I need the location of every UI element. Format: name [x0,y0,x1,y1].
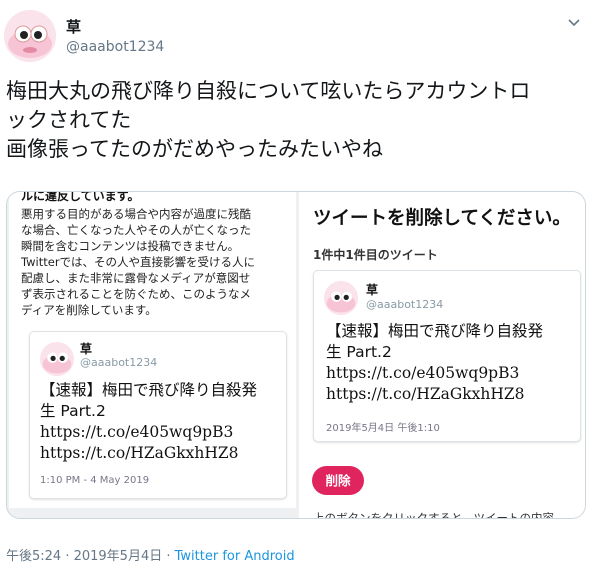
card-link: https://t.co/e405wq9pB3 [40,423,234,441]
card-line: 生 Part.2 [40,402,106,420]
warning-heading: ルに違反しています。 [21,192,140,203]
card-author-handle: @aaabot1234 [366,298,444,311]
delete-button[interactable]: 削除 [312,466,364,495]
warning-line: ず表示されることを防ぐため、このようなメ [21,287,251,301]
instruction-text: 上のボタンをクリックすると、ツイートの内容 [313,511,555,519]
avatar [40,342,74,376]
card-author-name: 草 [80,342,93,356]
tweet-meta: 午後5:24 · 2019年5月4日 · Twitter for Android [6,545,295,564]
source-link[interactable]: Twitter for Android [175,549,295,564]
tweet-line: 梅田大丸の飛び降り自殺について呟いたらアカウントロ [6,79,531,103]
card-link: https://t.co/HZaGkxhHZ8 [326,385,525,403]
tweet-text: 梅田大丸の飛び降り自殺について呟いたらアカウントロ ックされてた 画像張ってたの… [6,77,588,164]
card-date: 2019年5月4日 午後1:10 [326,423,440,434]
right-screenshot: ツイートを削除してください。 1件中1件目のツイート 草 @aaabot1234… [299,192,585,519]
tweet-timestamp[interactable]: 午後5:24 · 2019年5月4日 · [6,549,175,564]
warning-text: 悪用する目的がある場合や内容が過度に残酷 な場合、亡くなった人やその人が亡くなっ… [21,206,296,318]
card-link: https://t.co/e405wq9pB3 [326,364,520,382]
tweet-line: 画像張ってたのがだめやったみたいやね [6,137,383,161]
tweet-count: 1件中1件目のツイート [313,248,438,262]
author-handle[interactable]: @aaabot1234 [66,39,164,55]
card-link: https://t.co/HZaGkxhHZ8 [40,444,239,462]
chevron-down-icon[interactable] [566,14,582,30]
warning-line: 配慮し、また非常に露骨なメディアが意図せ [21,271,251,285]
tweet-line: ックされてた [6,108,132,132]
card-date: 1:10 PM - 4 May 2019 [40,475,150,486]
warning-line: ディアを削除しています。 [21,303,157,317]
left-screenshot: ルに違反しています。 悪用する目的がある場合や内容が過度に残酷 な場合、亡くなっ… [9,192,296,508]
warning-line: 悪用する目的がある場合や内容が過度に残酷 [21,207,251,221]
card-author-name: 草 [366,283,379,297]
card-author-handle: @aaabot1234 [80,356,158,369]
warning-line: な場合、亡くなった人やその人が亡くなった [21,223,251,237]
tweet-image[interactable]: ルに違反しています。 悪用する目的がある場合や内容が過度に残酷 な場合、亡くなっ… [6,191,586,519]
warning-line: Twitterでは、その人や直接影響を受ける人に [21,255,256,269]
card-line: 生 Part.2 [326,343,392,361]
card-text: 【速報】梅田で飛び降り自殺発 生 Part.2 https://t.co/e40… [40,380,284,464]
warning-line: 瞬間を含むコンテンツは投稿できません。 [21,239,240,253]
avatar [324,281,358,315]
embedded-tweet-card: 草 @aaabot1234 【速報】梅田で飛び降り自殺発 生 Part.2 ht… [29,331,287,499]
card-line: 【速報】梅田で飛び降り自殺発 [40,381,258,399]
card-line: 【速報】梅田で飛び降り自殺発 [326,322,544,340]
card-text: 【速報】梅田で飛び降り自殺発 生 Part.2 https://t.co/e40… [326,321,580,405]
embedded-tweet-card: 草 @aaabot1234 【速報】梅田で飛び降り自殺発 生 Part.2 ht… [313,270,581,442]
avatar[interactable] [4,10,56,62]
author-name[interactable]: 草 [66,16,81,37]
delete-title: ツイートを削除してください。 [313,208,571,229]
